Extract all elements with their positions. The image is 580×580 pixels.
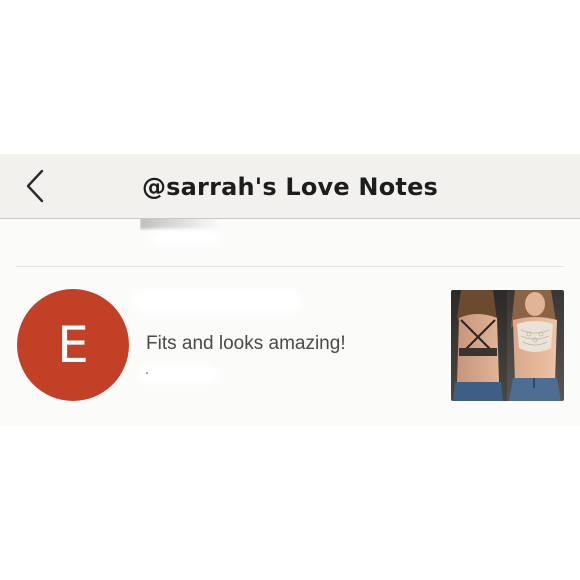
redacted-username bbox=[132, 290, 302, 312]
love-note-text[interactable]: Fits and looks amazing! bbox=[146, 333, 346, 355]
avatar-letter: E bbox=[57, 316, 89, 374]
list-divider bbox=[16, 266, 564, 267]
previous-item-text-remnant bbox=[140, 219, 220, 229]
app-canvas: @sarrah's Love Notes E Fits and looks am… bbox=[0, 0, 580, 580]
top-nav-bar: @sarrah's Love Notes bbox=[0, 154, 580, 219]
redacted-date bbox=[138, 364, 218, 384]
redacted-area bbox=[150, 231, 220, 245]
redacted-date-remnant bbox=[146, 372, 148, 374]
list-item[interactable]: E Fits and looks amazing! bbox=[0, 268, 580, 425]
avatar[interactable]: E bbox=[17, 289, 129, 401]
listing-photo bbox=[451, 290, 564, 401]
listing-thumbnail[interactable] bbox=[451, 290, 564, 401]
previous-item-remnant bbox=[140, 219, 230, 249]
love-notes-list[interactable]: E Fits and looks amazing! bbox=[0, 219, 580, 425]
page-title: @sarrah's Love Notes bbox=[141, 173, 439, 201]
